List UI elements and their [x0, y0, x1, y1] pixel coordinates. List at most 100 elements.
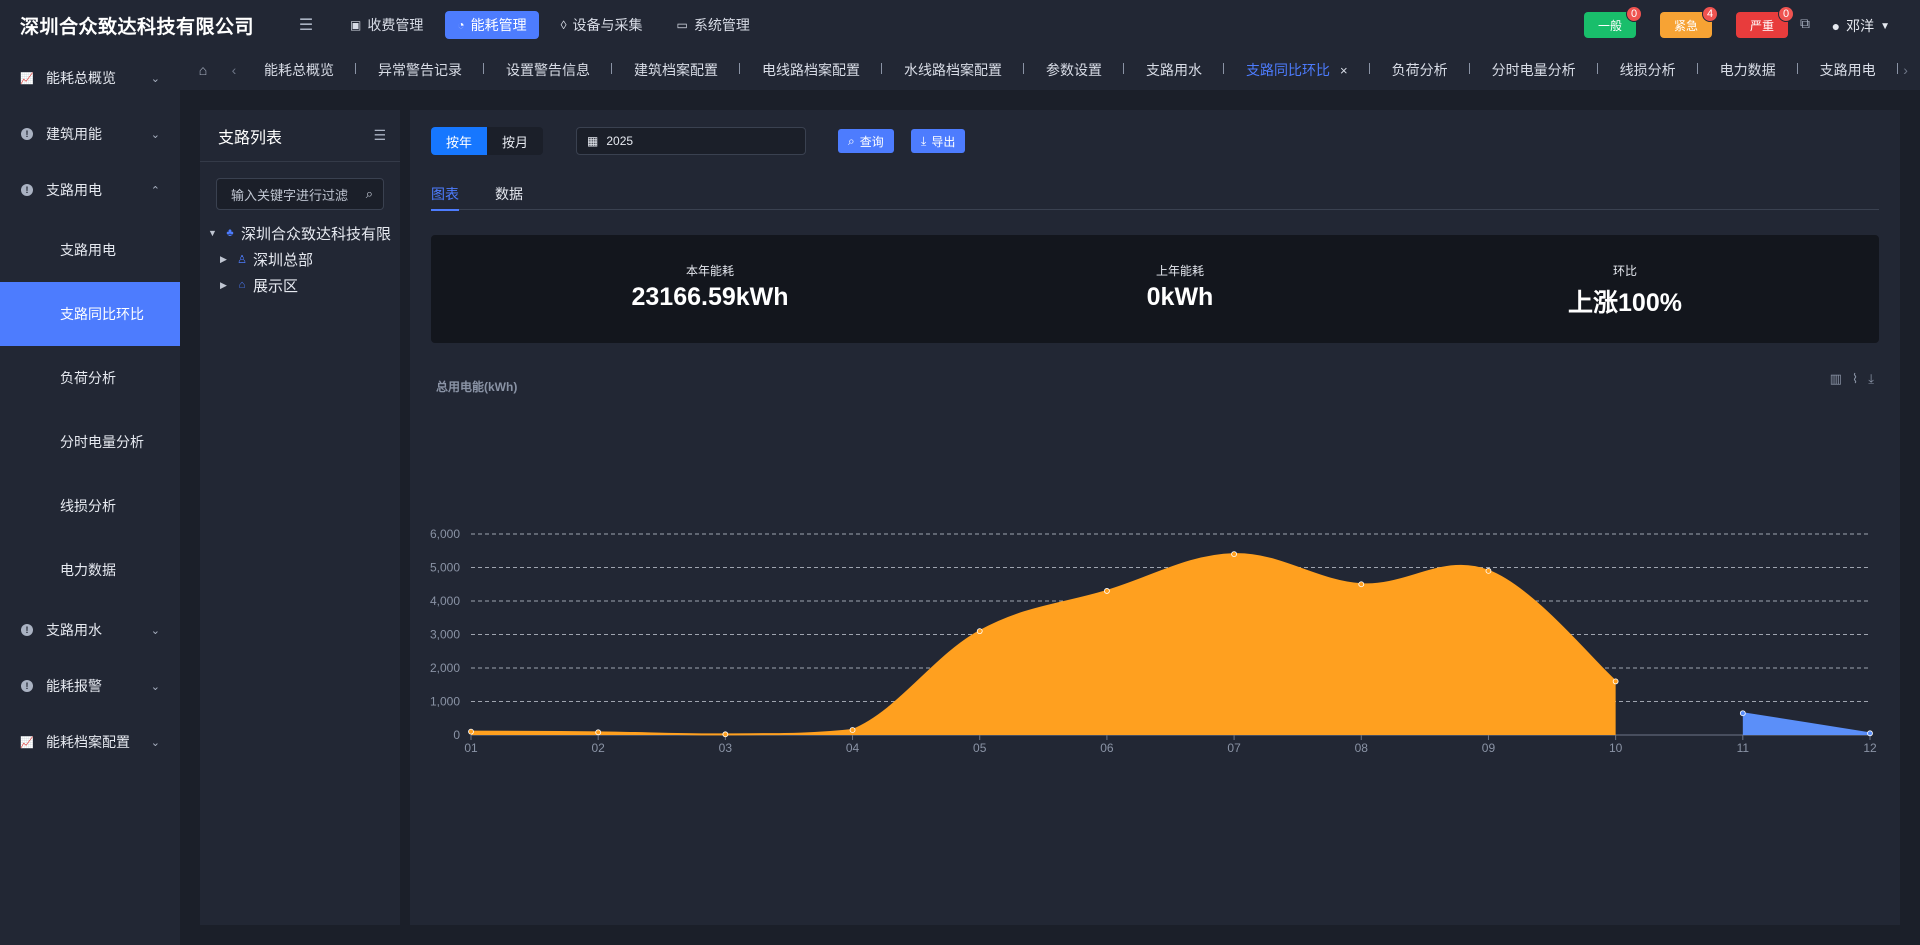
- list-icon[interactable]: ☰: [373, 127, 386, 144]
- close-icon[interactable]: ×: [1340, 63, 1348, 78]
- alert-normal-button[interactable]: 一般 0: [1584, 6, 1642, 38]
- menu-collapse-icon[interactable]: ☰: [286, 15, 326, 35]
- drop-icon: ◊: [560, 18, 567, 32]
- query-button[interactable]: ⌕ 查询: [838, 129, 894, 153]
- chevron-left-icon[interactable]: ‹: [226, 62, 242, 78]
- by-year-button[interactable]: 按年: [431, 127, 487, 155]
- stats-panel: 本年能耗 23166.59kWh 上年能耗 0kWh 环比 上涨100%: [431, 235, 1879, 343]
- chevron-down-icon: ⌄: [150, 128, 160, 141]
- sidebar-sub-yoy[interactable]: 支路同比环比: [0, 282, 180, 346]
- home-icon[interactable]: ⌂: [180, 62, 226, 78]
- person-icon: ♙: [237, 253, 247, 266]
- data-point: [849, 727, 856, 733]
- caret-down-icon[interactable]: ▼: [208, 228, 222, 238]
- x-tick-label: 10: [1609, 741, 1623, 755]
- tab-load[interactable]: 负荷分析: [1370, 60, 1470, 80]
- tab-alert-settings[interactable]: 设置警告信息: [484, 60, 612, 80]
- topnav-energy[interactable]: ◔ 能耗管理: [445, 11, 539, 39]
- tree-filter-input[interactable]: 输入关键字进行过滤 ⌕: [216, 178, 384, 210]
- topnav-devices[interactable]: ◊ 设备与采集: [549, 11, 655, 39]
- tab-abnormal[interactable]: 异常警告记录: [356, 60, 484, 80]
- sidebar-item-branch-power[interactable]: ! 支路用电 ⌃: [0, 162, 180, 218]
- calendar-icon: ▦: [587, 134, 599, 148]
- fullscreen-icon[interactable]: ⧉: [1800, 15, 1820, 35]
- y-tick-label: 0: [453, 728, 460, 742]
- user-icon: ●: [1831, 18, 1841, 34]
- y-tick-label: 2,000: [430, 661, 460, 675]
- info-icon: !: [21, 184, 33, 196]
- user-menu[interactable]: ● 邓洋 ▼: [1832, 16, 1890, 36]
- data-point: [1485, 567, 1492, 574]
- data-point: [976, 628, 983, 635]
- x-tick-label: 06: [1100, 741, 1114, 755]
- tab-params[interactable]: 参数设置: [1024, 60, 1124, 80]
- sidebar-item-archive[interactable]: 📈 能耗档案配置 ⌄: [0, 714, 180, 770]
- x-tick-label: 03: [719, 741, 733, 755]
- sidebar-item-branch-water[interactable]: ! 支路用水 ⌄: [0, 602, 180, 658]
- export-button[interactable]: ⤓ 导出: [911, 129, 966, 153]
- stat-last-year: 上年能耗 0kWh: [1146, 264, 1214, 311]
- tab-overview[interactable]: 能耗总概览: [242, 60, 356, 80]
- data-point: [1358, 581, 1365, 588]
- tree-node-company[interactable]: ▼ ♣ 深圳合众致达科技有限: [200, 220, 400, 246]
- period-toggle: 按年 按月: [431, 127, 543, 155]
- x-tick-label: 09: [1482, 741, 1496, 755]
- data-point: [468, 728, 474, 735]
- sidebar-sub-power-data[interactable]: 电力数据: [0, 538, 180, 602]
- tab-building-archive[interactable]: 建筑档案配置: [612, 60, 740, 80]
- x-tick-label: 12: [1863, 741, 1877, 755]
- sidebar-item-building[interactable]: ! 建筑用能 ⌄: [0, 106, 180, 162]
- main-panel: 按年 按月 ▦ 2025 ⌕ 查询 ⤓ 导出 图表 数据 本年能耗 23166.59…: [410, 110, 1900, 925]
- info-icon: !: [21, 128, 33, 140]
- sidebar-sub-lineloss[interactable]: 线损分析: [0, 474, 180, 538]
- by-month-button[interactable]: 按月: [487, 127, 543, 155]
- stat-mom: 环比 上涨100%: [1568, 264, 1682, 317]
- tab-data[interactable]: 数据: [495, 178, 523, 210]
- data-point: [1612, 678, 1619, 685]
- tab-power-data[interactable]: 电力数据: [1698, 60, 1798, 80]
- chevron-right-icon[interactable]: ›: [1898, 62, 1914, 78]
- y-tick-label: 1,000: [430, 695, 460, 709]
- panel-title: 支路列表 ☰: [200, 110, 400, 162]
- tab-water-line-archive[interactable]: 水线路档案配置: [882, 60, 1024, 80]
- x-tick-label: 04: [846, 741, 860, 755]
- chevron-down-icon: ⌄: [150, 736, 160, 749]
- caret-right-icon[interactable]: ▶: [220, 280, 234, 291]
- sidebar-item-overview[interactable]: 📈 能耗总概览 ⌄: [0, 50, 180, 106]
- view-tabs: 图表 数据: [431, 178, 1879, 211]
- sidebar-sub-tou[interactable]: 分时电量分析: [0, 410, 180, 474]
- sidebar-sub-branch-power[interactable]: 支路用电: [0, 218, 180, 282]
- search-icon: ⌕: [365, 186, 373, 201]
- caret-right-icon[interactable]: ▶: [220, 254, 234, 265]
- download-icon: ⤓: [921, 133, 927, 148]
- tree-node-showroom[interactable]: ▶ ⌂ 展示区: [200, 272, 400, 298]
- x-tick-label: 07: [1227, 741, 1241, 755]
- topnav-billing[interactable]: ▣ 收费管理: [338, 11, 435, 39]
- tab-tou[interactable]: 分时电量分析: [1470, 60, 1598, 80]
- tab-branch-water[interactable]: 支路用水: [1124, 60, 1224, 80]
- calculator-icon: ▣: [350, 18, 362, 32]
- alert-urgent-button[interactable]: 紧急 4: [1660, 6, 1718, 38]
- top-nav: ▣ 收费管理 ◔ 能耗管理 ◊ 设备与采集 ▭ 系统管理: [338, 11, 762, 39]
- sidebar-item-alarms[interactable]: ! 能耗报警 ⌄: [0, 658, 180, 714]
- y-tick-label: 3,000: [430, 628, 460, 642]
- year-picker[interactable]: ▦ 2025: [576, 127, 806, 155]
- data-point: [1739, 710, 1746, 717]
- tab-yoy[interactable]: 支路同比环比 ×: [1224, 60, 1370, 80]
- topnav-system[interactable]: ▭ 系统管理: [665, 11, 762, 39]
- sidebar-sub-load[interactable]: 负荷分析: [0, 346, 180, 410]
- tab-lineloss[interactable]: 线损分析: [1598, 60, 1698, 80]
- tab-branch-power[interactable]: 支路用电: [1798, 60, 1898, 80]
- org-icon: ♣: [226, 227, 234, 239]
- tab-power-line-archive[interactable]: 电线路档案配置: [740, 60, 882, 80]
- data-point: [1867, 730, 1873, 737]
- alert-severe-button[interactable]: 严重 0: [1736, 6, 1794, 38]
- y-tick-label: 5,000: [430, 561, 460, 575]
- info-icon: !: [21, 624, 33, 636]
- branch-list-panel: 支路列表 ☰ 输入关键字进行过滤 ⌕ ▼ ♣ 深圳合众致达科技有限 ▶ ♙ 深圳…: [200, 110, 400, 925]
- chart-icon: 📈: [20, 736, 34, 749]
- tab-chart[interactable]: 图表: [431, 178, 459, 211]
- energy-chart: 0 1,000 2,000 3,000 4,000 5,000 6,000 01 02 03 04 0…: [430, 527, 1877, 755]
- chevron-down-icon: ⌄: [150, 624, 160, 637]
- tree-node-hq[interactable]: ▶ ♙ 深圳总部: [200, 246, 400, 272]
